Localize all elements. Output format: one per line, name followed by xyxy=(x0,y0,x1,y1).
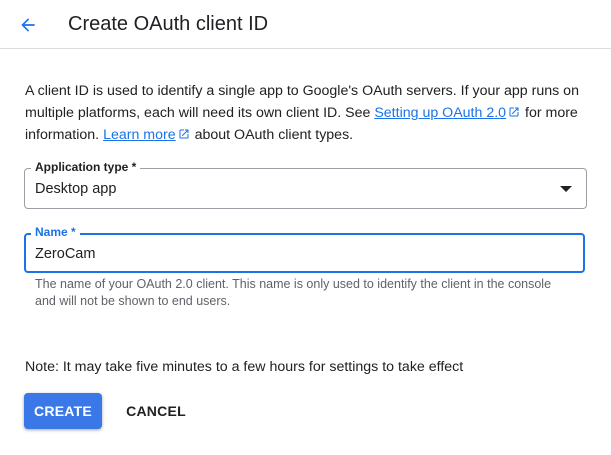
application-type-label: Application type * xyxy=(31,160,141,174)
page-title: Create OAuth client ID xyxy=(68,13,269,35)
arrow-back-icon xyxy=(21,18,35,32)
name-label: Name * xyxy=(31,225,80,239)
page-header: Create OAuth client ID xyxy=(0,0,611,49)
name-input[interactable]: Name * ZeroCam xyxy=(24,225,585,273)
settings-note: Note: It may take five minutes to a few … xyxy=(25,359,464,375)
dropdown-arrow-icon[interactable] xyxy=(560,186,572,192)
intro-paragraph: A client ID is used to identify a single… xyxy=(25,80,600,146)
intro-text: about OAuth client types. xyxy=(190,127,354,143)
create-button[interactable]: CREATE xyxy=(24,393,102,429)
name-value[interactable]: ZeroCam xyxy=(35,245,95,263)
application-type-select[interactable]: Application type * Desktop app xyxy=(24,160,587,209)
cancel-button[interactable]: CANCEL xyxy=(116,393,196,429)
open-in-new-icon[interactable] xyxy=(178,128,190,140)
name-hint: The name of your OAuth 2.0 client. This … xyxy=(35,277,552,308)
setting-up-oauth-link[interactable]: Setting up OAuth 2.0 xyxy=(374,105,506,121)
back-button[interactable] xyxy=(12,9,44,41)
create-oauth-client-page: Create OAuth client ID A client ID is us… xyxy=(0,0,611,455)
learn-more-link[interactable]: Learn more xyxy=(103,127,176,143)
application-type-value: Desktop app xyxy=(35,181,117,197)
open-in-new-icon[interactable] xyxy=(508,106,520,118)
